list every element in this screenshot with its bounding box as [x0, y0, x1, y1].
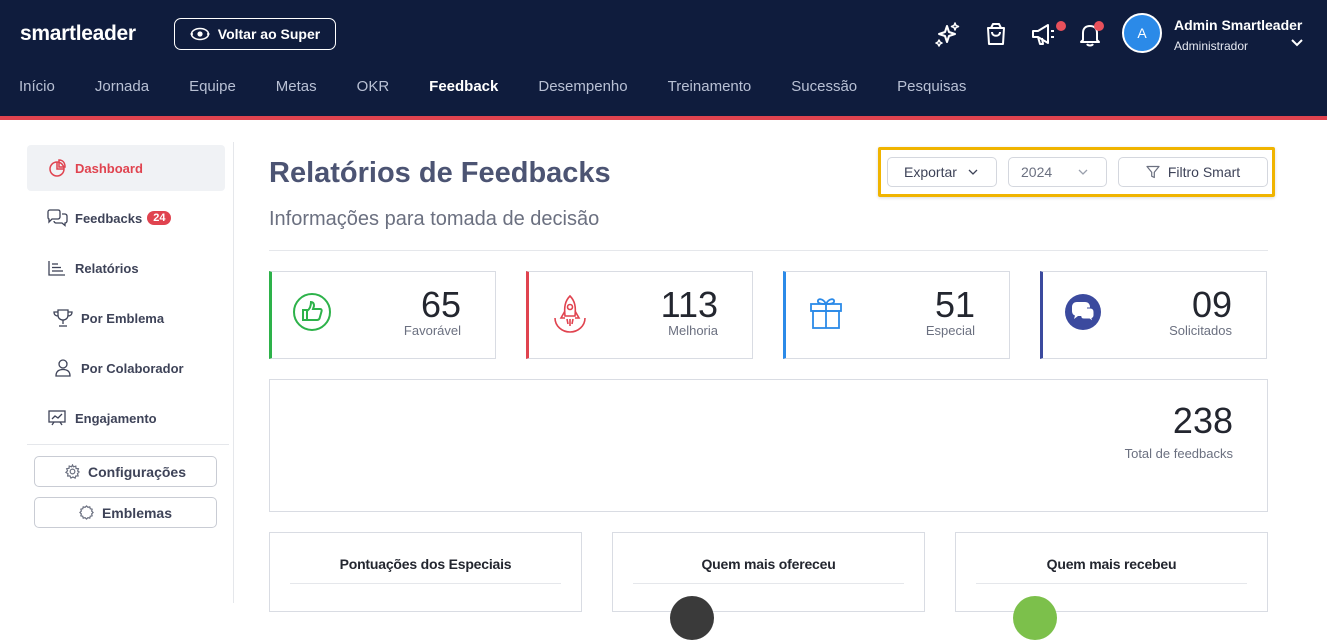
app-logo[interactable]: smartleader: [20, 22, 136, 46]
sidebar-item-dashboard[interactable]: Dashboard: [27, 145, 225, 191]
person-icon: [51, 359, 75, 377]
stat-value: 65: [420, 284, 461, 325]
back-to-super-button[interactable]: Voltar ao Super: [174, 18, 336, 50]
bell-icon[interactable]: [1076, 20, 1104, 48]
stat-label: Melhoria: [668, 323, 718, 338]
filter-icon: [1146, 165, 1160, 179]
sidebar-item-label: Por Colaborador: [81, 360, 184, 376]
total-label: Total de feedbacks: [1124, 446, 1233, 461]
user-avatar[interactable]: A: [1122, 13, 1162, 53]
feedbacks-count-badge: 24: [147, 211, 172, 225]
panel-pontuacoes-especiais: Pontuações dos Especiais: [269, 532, 582, 612]
stat-value: 51: [934, 284, 975, 325]
chevron-down-icon: [968, 169, 978, 175]
sidebar-item-feedbacks[interactable]: Feedbacks 24: [27, 195, 225, 241]
stat-card-melhoria[interactable]: 113 Melhoria: [526, 271, 753, 359]
megaphone-icon[interactable]: [1030, 20, 1066, 48]
presentation-icon: [45, 410, 69, 426]
chat-bubbles-icon: [45, 209, 69, 227]
panel-divider: [290, 583, 561, 584]
export-label: Exportar: [904, 164, 957, 180]
configuracoes-button[interactable]: Configurações: [34, 456, 217, 487]
sidebar-item-label: Feedbacks: [75, 210, 143, 226]
nav-item-desempenho[interactable]: Desempenho: [538, 78, 627, 102]
thumbs-up-icon: [293, 293, 331, 331]
sidebar-divider: [27, 444, 229, 445]
stat-value: 113: [660, 284, 718, 325]
notification-dot: [1056, 21, 1066, 31]
nav-item-sucessao[interactable]: Sucessão: [791, 78, 857, 102]
panel-title: Quem mais ofereceu: [701, 556, 836, 572]
year-value: 2024: [1021, 164, 1053, 180]
user-name[interactable]: Admin Smartleader: [1174, 17, 1302, 33]
badge-icon: [79, 505, 94, 520]
main-nav: Início Jornada Equipe Metas OKR Feedback…: [0, 78, 1006, 102]
nav-item-jornada[interactable]: Jornada: [95, 78, 149, 102]
year-select[interactable]: 2024: [1008, 157, 1107, 187]
nav-item-treinamento[interactable]: Treinamento: [668, 78, 752, 102]
panel-title: Quem mais recebeu: [1046, 556, 1177, 572]
sidebar-item-relatorios[interactable]: Relatórios: [27, 245, 225, 291]
chevron-down-icon[interactable]: [1290, 38, 1304, 48]
chevron-down-icon: [1078, 169, 1088, 175]
sidebar-separator: [233, 142, 234, 603]
stat-label: Solicitados: [1169, 323, 1232, 338]
sidebar-item-engajamento[interactable]: Engajamento: [27, 395, 225, 441]
sidebar-item-label: Relatórios: [75, 260, 139, 276]
nav-item-equipe[interactable]: Equipe: [189, 78, 236, 102]
sidebar-item-por-colaborador[interactable]: Por Colaborador: [27, 345, 225, 391]
stat-card-favoravel[interactable]: 65 Favorável: [269, 271, 496, 359]
emblemas-button[interactable]: Emblemas: [34, 497, 217, 528]
panel-title: Pontuações dos Especiais: [339, 556, 512, 572]
emblemas-label: Emblemas: [101, 504, 173, 521]
nav-item-pesquisas[interactable]: Pesquisas: [897, 78, 966, 102]
configuracoes-label: Configurações: [87, 463, 186, 480]
shopping-bag-icon[interactable]: [982, 20, 1010, 48]
gift-icon: [810, 298, 842, 329]
page-subtitle: Informações para tomada de decisão: [269, 208, 600, 230]
export-dropdown[interactable]: Exportar: [887, 157, 997, 187]
total-feedbacks-card: 238 Total de feedbacks: [269, 379, 1268, 512]
sidebar-item-por-emblema[interactable]: Por Emblema: [27, 295, 225, 341]
sparkles-icon[interactable]: [934, 20, 962, 48]
nav-item-metas[interactable]: Metas: [276, 78, 317, 102]
page-title: Relatórios de Feedbacks: [269, 157, 611, 189]
panel-divider: [976, 583, 1247, 584]
sidebar-item-label: Por Emblema: [81, 310, 165, 326]
sidebar-item-label: Engajamento: [75, 410, 157, 426]
panel-divider: [633, 583, 904, 584]
trophy-icon: [51, 309, 75, 327]
panel-quem-mais-recebeu: Quem mais recebeu: [955, 532, 1268, 640]
eye-icon: [190, 27, 210, 41]
nav-item-feedback[interactable]: Feedback: [429, 78, 498, 102]
smart-filter-label: Filtro Smart: [1167, 164, 1241, 180]
rocket-icon: [554, 294, 586, 333]
title-divider: [269, 250, 1268, 251]
sidebar-item-label: Dashboard: [75, 160, 143, 176]
total-value: 238: [1172, 400, 1233, 441]
nav-item-inicio[interactable]: Início: [19, 78, 55, 102]
user-role: Administrador: [1174, 39, 1249, 53]
stat-card-especial[interactable]: 51 Especial: [783, 271, 1010, 359]
stat-label: Especial: [925, 323, 975, 338]
stat-label: Favorável: [403, 323, 461, 338]
back-to-super-label: Voltar ao Super: [217, 26, 321, 42]
nav-item-okr[interactable]: OKR: [357, 78, 390, 102]
chat-request-icon: [1065, 294, 1101, 330]
panel-quem-mais-ofereceu: Quem mais ofereceu: [612, 532, 925, 640]
top-navigation-bar: smartleader Voltar ao Super A Admin Smar…: [0, 0, 1327, 116]
stat-value: 09: [1191, 284, 1232, 325]
pie-chart-icon: [45, 159, 69, 177]
bar-list-icon: [45, 260, 69, 276]
smart-filter-button[interactable]: Filtro Smart: [1118, 157, 1268, 187]
notification-dot: [1094, 21, 1104, 31]
header-accent-line: [0, 116, 1327, 120]
stat-card-solicitados[interactable]: 09 Solicitados: [1040, 271, 1267, 359]
gear-icon: [64, 464, 80, 479]
